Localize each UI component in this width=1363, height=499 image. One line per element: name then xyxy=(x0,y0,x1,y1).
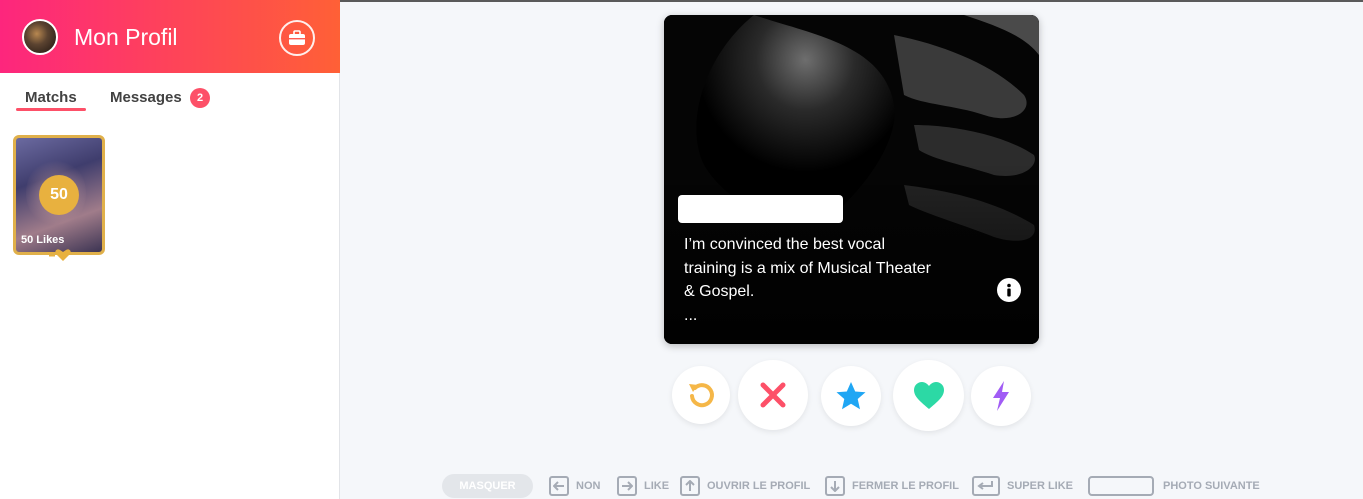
hint-like: LIKE xyxy=(617,474,669,498)
hint-super-like-label: SUPER LIKE xyxy=(1007,480,1074,492)
hint-close-profile-label: FERMER LE PROFIL xyxy=(852,480,959,492)
close-icon xyxy=(760,382,786,408)
boost-button[interactable] xyxy=(971,366,1031,426)
profile-bio: I’m convinced the best vocal training is… xyxy=(684,236,931,324)
messages-count-badge: 2 xyxy=(190,88,210,108)
rewind-icon xyxy=(689,383,714,408)
sidebar: Mon Profil Matchs Messages 2 50 50 Likes xyxy=(0,0,340,499)
avatar[interactable] xyxy=(22,19,58,55)
profile-card[interactable]: I’m convinced the best vocal training is… xyxy=(664,15,1039,344)
arrow-right-key-icon xyxy=(617,476,637,496)
like-button[interactable] xyxy=(893,360,964,431)
info-icon xyxy=(1007,283,1011,297)
likes-label: 50 Likes xyxy=(21,234,65,246)
hint-nope: NON xyxy=(549,474,600,498)
tab-messages[interactable]: Messages xyxy=(110,89,182,107)
arrow-down-key-icon xyxy=(825,476,845,496)
tab-matches[interactable]: Matchs xyxy=(25,89,77,107)
super-like-button[interactable] xyxy=(821,366,881,426)
hint-open-profile-label: OUVRIR LE PROFIL xyxy=(707,480,811,492)
likes-count: 50 xyxy=(39,175,79,215)
lightning-icon xyxy=(993,381,1009,411)
profile-title[interactable]: Mon Profil xyxy=(74,23,178,51)
active-tab-indicator xyxy=(16,108,86,111)
rewind-button[interactable] xyxy=(672,366,730,424)
star-icon xyxy=(836,382,866,410)
gold-heart-icon xyxy=(47,249,71,261)
hint-like-label: LIKE xyxy=(644,480,670,492)
arrow-up-key-icon xyxy=(680,476,700,496)
hint-close-profile: FERMER LE PROFIL xyxy=(825,474,959,498)
arrow-left-key-icon xyxy=(549,476,569,496)
sidebar-tabs: Matchs Messages 2 xyxy=(0,73,340,119)
sidebar-header: Mon Profil xyxy=(0,0,340,73)
hint-nope-label: NON xyxy=(576,480,601,492)
hint-super-like: SUPER LIKE xyxy=(972,474,1073,498)
nope-button[interactable] xyxy=(738,360,808,430)
info-button[interactable] xyxy=(997,278,1021,302)
hint-next-photo: PHOTO SUIVANTE xyxy=(1088,474,1260,498)
heart-icon xyxy=(913,381,944,409)
redacted-name xyxy=(678,195,843,223)
space-key-icon xyxy=(1088,476,1154,496)
work-mode-button[interactable] xyxy=(279,20,315,56)
briefcase-icon xyxy=(289,30,305,45)
enter-key-icon xyxy=(972,476,1000,496)
hint-next-photo-label: PHOTO SUIVANTE xyxy=(1163,480,1260,492)
hide-hints-button[interactable]: MASQUER xyxy=(442,474,533,498)
likes-you-card[interactable]: 50 50 Likes xyxy=(13,135,105,255)
hint-open-profile: OUVRIR LE PROFIL xyxy=(680,474,810,498)
